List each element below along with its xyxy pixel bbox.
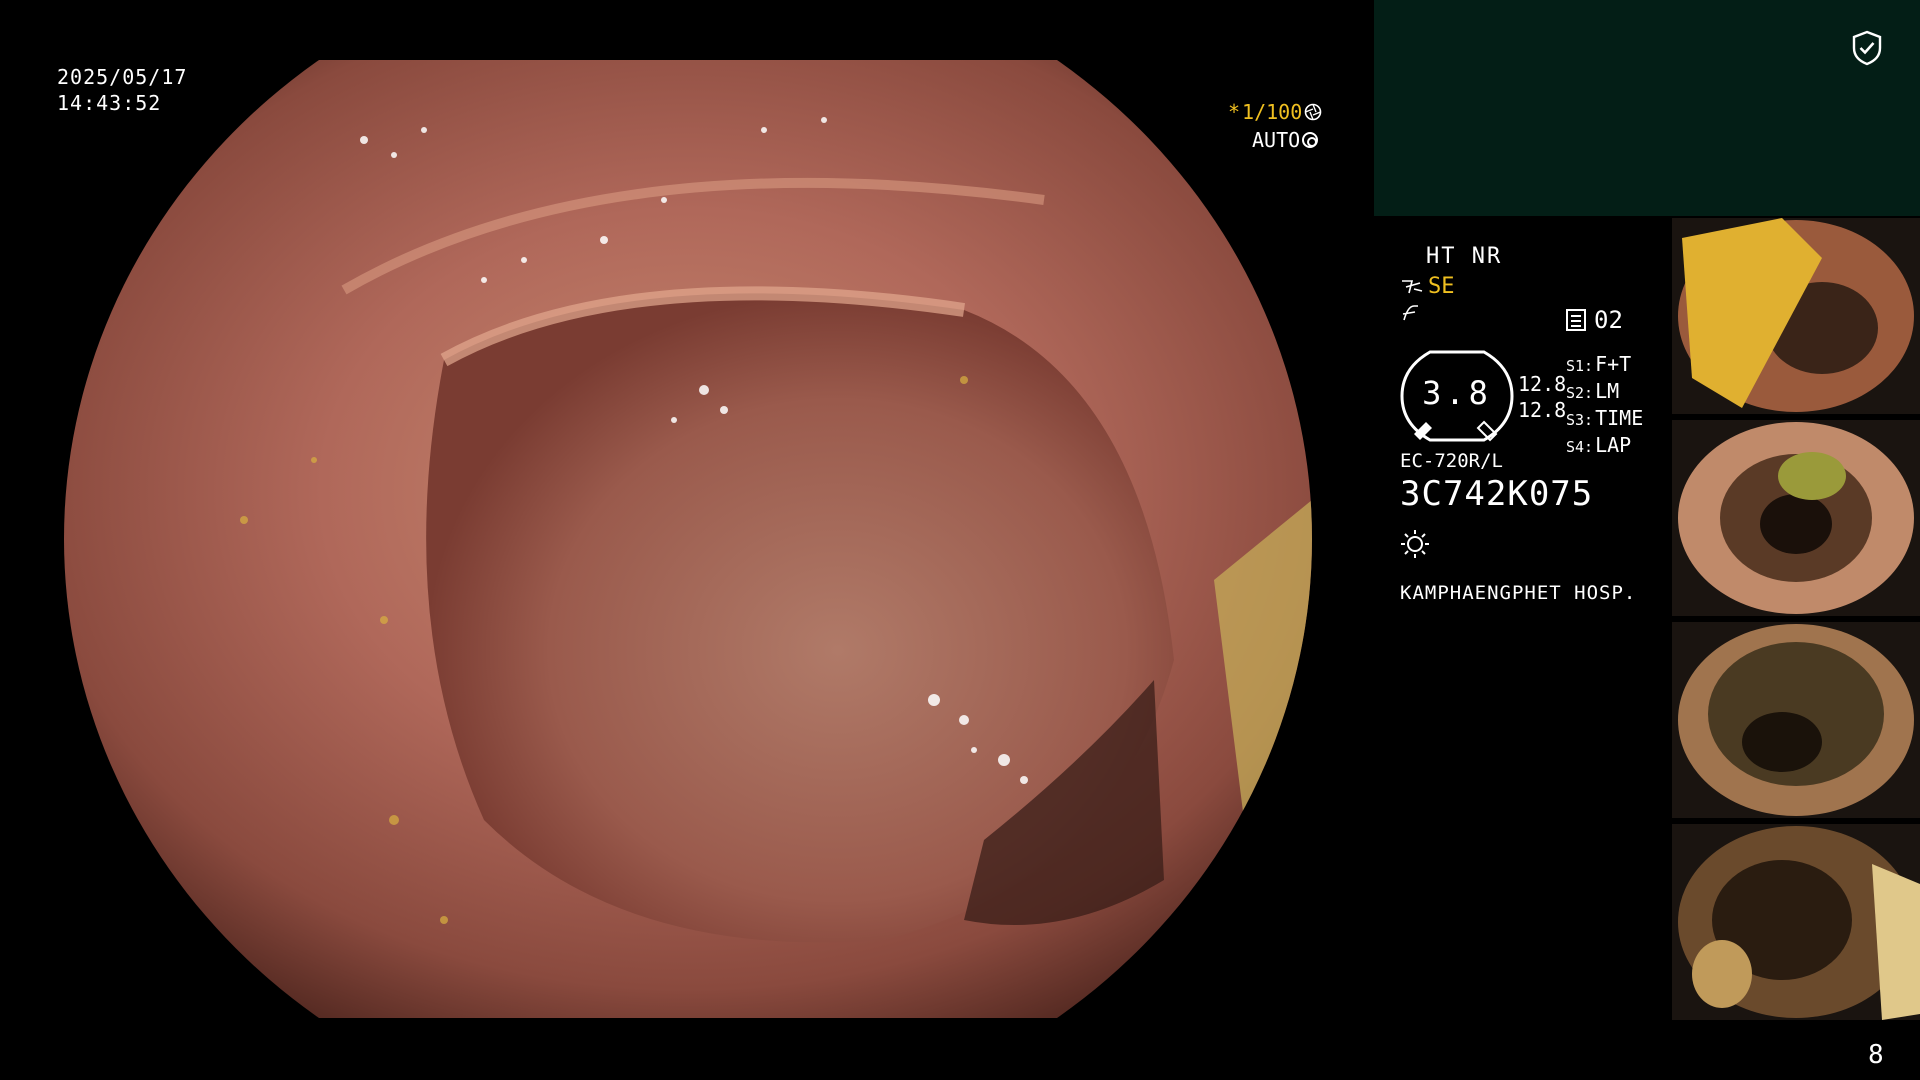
shutter-icon xyxy=(1304,103,1322,121)
shutter-value: 1/100 xyxy=(1242,100,1303,124)
thumbnail-image xyxy=(1672,218,1920,414)
structure-icon xyxy=(1402,305,1418,321)
slot-value: LM xyxy=(1595,379,1620,403)
recording-count: 02 xyxy=(1594,306,1623,334)
thumbnail-image xyxy=(1672,824,1920,1020)
scope-icon xyxy=(1402,279,1423,293)
switch-slot: S3: TIME xyxy=(1566,406,1643,433)
recording-row: 02 xyxy=(1566,306,1623,334)
date-text: 2025/05/17 xyxy=(57,65,188,89)
switch-assignments: S1: F+T S2: LM S3: TIME S4: LAP xyxy=(1566,352,1643,460)
enhance-row: SE xyxy=(1400,274,1455,299)
thumbnail-image xyxy=(1672,622,1920,818)
mucosa-image xyxy=(64,60,1312,1018)
status-panel xyxy=(1374,0,1920,216)
iris-icon xyxy=(1302,132,1319,148)
switch-slot: S2: LM xyxy=(1566,379,1643,406)
structure-row xyxy=(1400,302,1422,330)
gauge-readout-1: 12.8 xyxy=(1518,372,1567,396)
mode-label: HT NR xyxy=(1426,244,1503,269)
slot-value: F+T xyxy=(1595,352,1632,376)
shutter-readout: * 1/100 xyxy=(1228,100,1322,124)
capture-thumbnail[interactable] xyxy=(1672,622,1920,818)
shield-check-icon xyxy=(1852,30,1882,66)
datetime-stamp: 2025/05/17 14:43:52 xyxy=(57,64,187,116)
iris-mode: AUTO xyxy=(1252,128,1301,152)
slot-key: S4: xyxy=(1566,438,1594,456)
light-icon xyxy=(1401,530,1429,558)
scope-model: EC-720R/L xyxy=(1400,450,1503,472)
thumbnail-image xyxy=(1672,420,1920,616)
capture-thumbnail[interactable] xyxy=(1672,218,1920,414)
procedure-info: HT NR SE 02 3.8 12.8 12.8 S1: F+T S2: LM… xyxy=(1400,240,1670,620)
time-text: 14:43:52 xyxy=(57,91,162,115)
capture-thumbnails xyxy=(1672,218,1920,1026)
asterisk-icon: * xyxy=(1228,100,1241,124)
switch-slot: S1: F+T xyxy=(1566,352,1643,379)
gauge-value: 3.8 xyxy=(1422,374,1492,412)
slot-key: S1: xyxy=(1566,357,1594,375)
iris-readout: AUTO xyxy=(1252,128,1319,152)
slot-key: S3: xyxy=(1566,411,1594,429)
hospital-name: KAMPHAENGPHET HOSP. xyxy=(1400,582,1637,604)
switch-slot: S4: LAP xyxy=(1566,433,1643,460)
capture-thumbnail[interactable] xyxy=(1672,420,1920,616)
endoscope-main-view xyxy=(64,60,1312,1018)
gauge-readout-2: 12.8 xyxy=(1518,398,1567,422)
slot-value: LAP xyxy=(1595,433,1632,457)
page-number: 8 xyxy=(1868,1040,1884,1070)
capture-thumbnail[interactable] xyxy=(1672,824,1920,1020)
slot-key: S2: xyxy=(1566,384,1594,402)
slot-value: TIME xyxy=(1595,406,1644,430)
serial-number: 3C742K075 xyxy=(1400,474,1594,514)
enhance-label: SE xyxy=(1428,274,1455,299)
disk-icon xyxy=(1566,309,1586,331)
